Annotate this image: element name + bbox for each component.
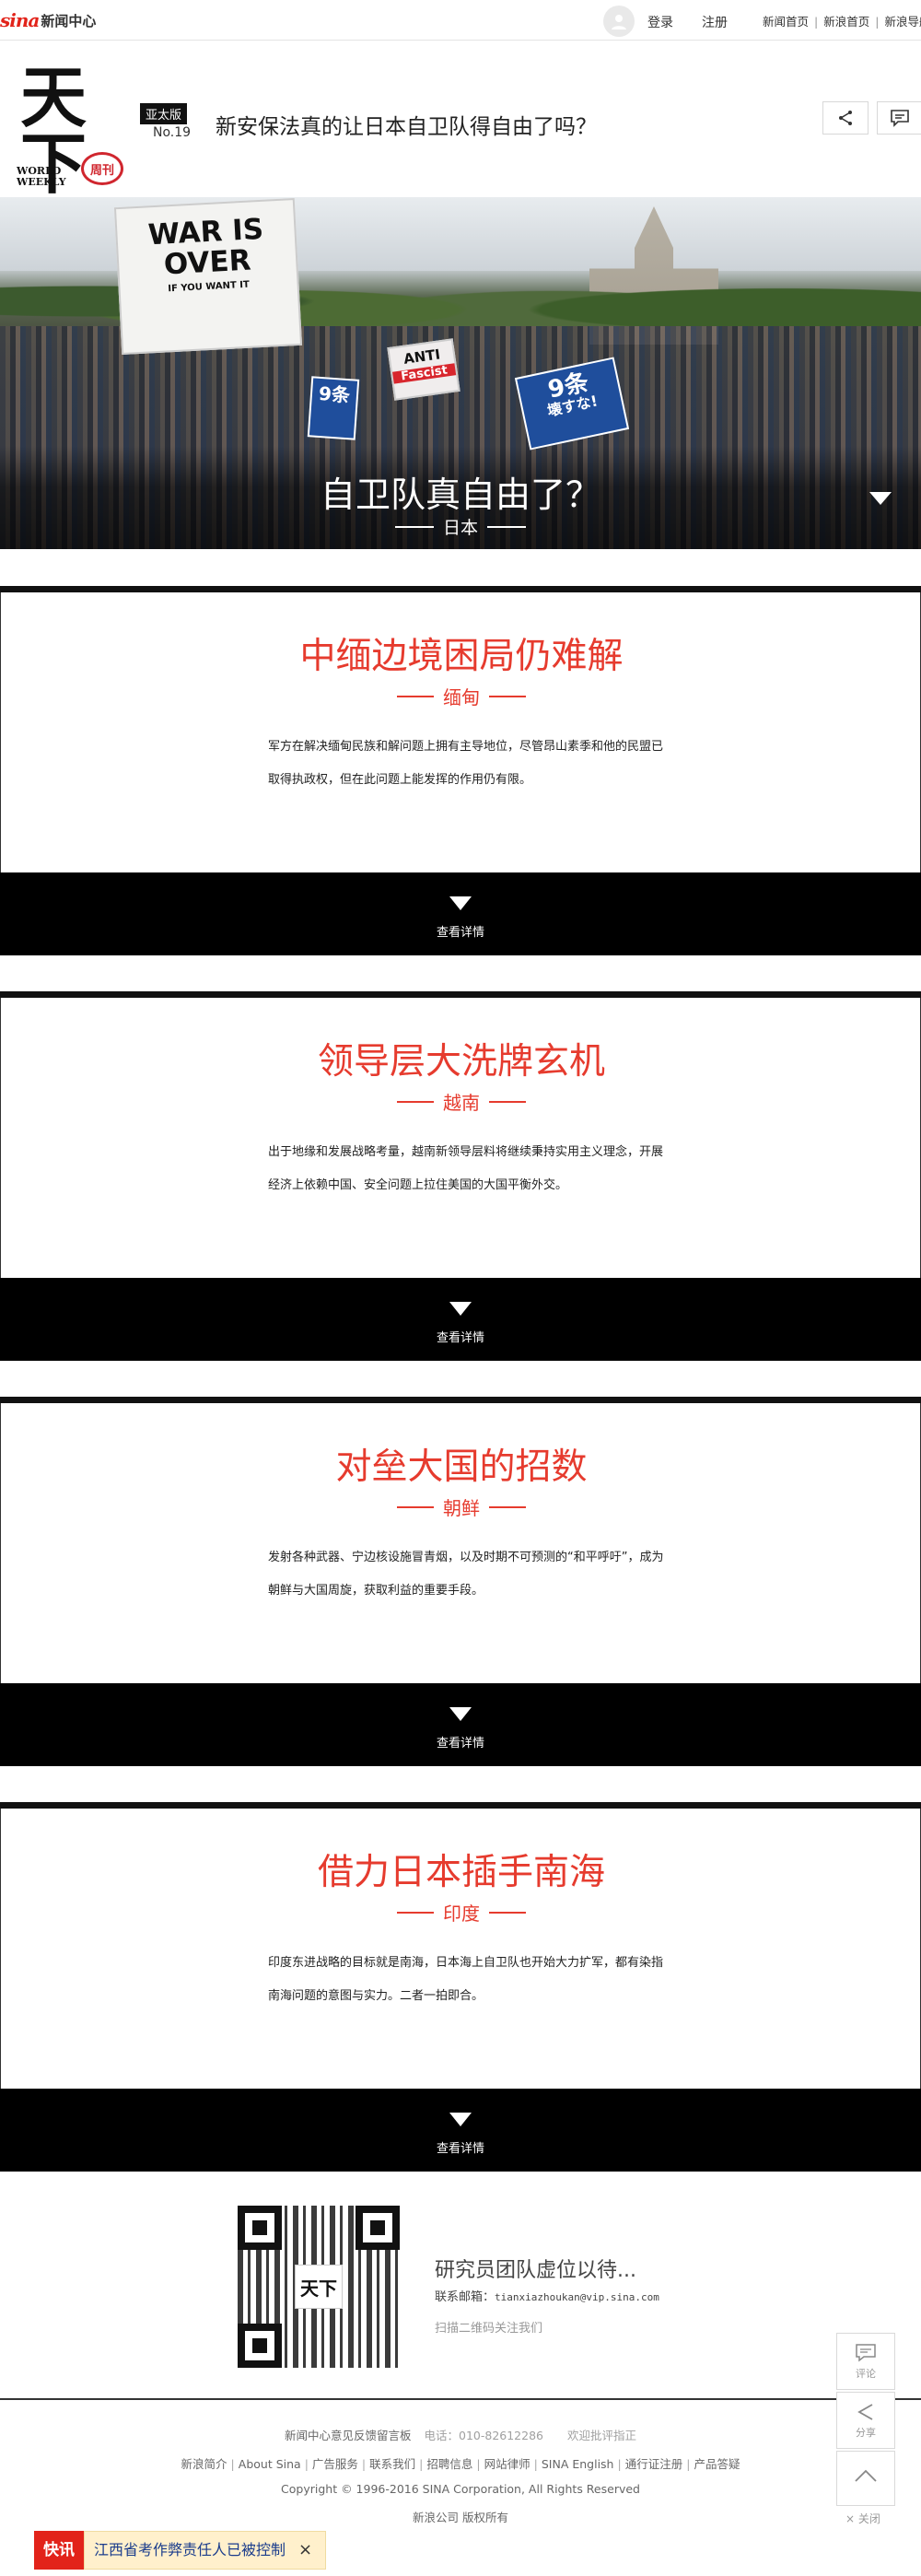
view-details-label: 查看详情 — [436, 1737, 484, 1751]
contact-email: 联系邮箱：tianxiazhoukan@vip.sina.com — [435, 2290, 659, 2304]
anti-fascist-sign: ANTI Fascist — [387, 338, 460, 401]
card-title[interactable]: 领导层大洗牌玄机 — [1, 1033, 921, 1084]
view-details-button[interactable]: 查看详情 — [0, 2089, 921, 2172]
login-link[interactable]: 登录 — [647, 13, 673, 31]
card-country: 印度 — [1, 1899, 921, 1926]
top-bar: sina 新闻中心 登录 注册 新闻首页|新浪首页|新浪导航 — [0, 0, 921, 41]
card-title[interactable]: 对垒大国的招数 — [1, 1438, 921, 1490]
side-share-label: 分享 — [856, 2427, 876, 2439]
world-weekly-logo[interactable]: 天下 WORLD WEEKLY 周刊 — [17, 64, 127, 197]
chevron-down-icon — [449, 1707, 472, 1721]
view-details-button[interactable]: 查看详情 — [0, 1683, 921, 1766]
view-details-label: 查看详情 — [436, 1331, 484, 1345]
side-close-button[interactable]: × 关闭 — [845, 2511, 880, 2526]
footer-link[interactable]: 网站律师 — [484, 2457, 530, 2471]
share-icon — [839, 111, 852, 125]
breaking-news-text[interactable]: 江西省考作弊责任人已被控制 × — [84, 2531, 327, 2570]
breaking-news-bar[interactable]: 快讯 江西省考作弊责任人已被控制 × — [34, 2531, 327, 2570]
hero-expand-arrow-icon[interactable] — [869, 492, 892, 505]
logo-world-text: WORLD WEEKLY — [17, 165, 66, 188]
card-country: 缅甸 — [1, 683, 921, 709]
comment-icon — [891, 110, 909, 127]
article-card-north-korea: 对垒大国的招数 朝鲜 发射各种武器、宁边核设施冒青烟，以及时期不可预测的“和平呼… — [0, 1397, 921, 1766]
footer-divider — [0, 2398, 921, 2400]
card-country: 朝鲜 — [1, 1493, 921, 1520]
view-details-label: 查看详情 — [436, 2142, 484, 2156]
card-title[interactable]: 借力日本插手南海 — [1, 1844, 921, 1895]
chevron-down-icon — [449, 896, 472, 910]
footer-copyright: Copyright © 1996-2016 SINA Corporation, … — [281, 2482, 640, 2496]
sina-logo-text: sina — [0, 9, 40, 31]
nav-sina-guide[interactable]: 新浪导航 — [884, 15, 921, 29]
page-title: 新安保法真的让日本自卫队得自由了吗？ — [216, 115, 597, 139]
article9-sign-small: 9条 — [307, 376, 360, 440]
view-details-label: 查看详情 — [436, 926, 484, 940]
issue-number: No.19 — [153, 125, 192, 140]
chevron-up-icon — [855, 2469, 877, 2482]
comment-button[interactable] — [877, 101, 921, 135]
view-details-button[interactable]: 查看详情 — [0, 872, 921, 955]
card-title[interactable]: 中缅边境困局仍难解 — [1, 627, 921, 679]
footer-link[interactable]: 联系我们 — [369, 2457, 415, 2471]
footer-link[interactable]: 产品答疑 — [694, 2457, 740, 2471]
sina-news-logo[interactable]: sina 新闻中心 — [0, 7, 96, 33]
article-card-india: 借力日本插手南海 印度 印度东进战略的目标就是南海，日本海上自卫队也开始大力扩军… — [0, 1802, 921, 2172]
chevron-down-icon — [449, 1302, 472, 1316]
comment-icon — [856, 2344, 876, 2362]
recruit-title: 研究员团队虚位以待... — [435, 2259, 636, 2282]
card-country: 越南 — [1, 1088, 921, 1115]
breaking-news-tag: 快讯 — [34, 2531, 84, 2570]
masthead: 天下 WORLD WEEKLY 周刊 亚太版 No.19 新安保法真的让日本自卫队… — [0, 41, 921, 197]
edition-badge: 亚太版 — [140, 103, 188, 124]
close-icon: × — [845, 2512, 858, 2525]
share-icon — [857, 2404, 873, 2420]
footer-phone: 电话：010-82612286 — [424, 2429, 544, 2442]
footer-links: 新浪简介 | About Sina | 广告服务 | 联系我们 | 招聘信息 | 网站律师 | SINA… — [181, 2457, 740, 2471]
chevron-down-icon — [449, 2113, 472, 2126]
register-link[interactable]: 注册 — [702, 13, 728, 31]
qr-code: 天下 — [238, 2206, 400, 2368]
nav-news-home[interactable]: 新闻首页 — [763, 15, 809, 29]
footer-link[interactable]: About Sina — [239, 2457, 301, 2471]
nav-sina-home[interactable]: 新浪首页 — [823, 15, 869, 29]
view-details-button[interactable]: 查看详情 — [0, 1278, 921, 1361]
logo-seal: 周刊 — [81, 152, 123, 185]
card-description: 出于地缘和发展战略考量，越南新领导层料将继续秉持实用主义理念，开展经济上依赖中国… — [268, 1145, 664, 1192]
qr-logo: 天下 — [295, 2265, 343, 2309]
feedback-link[interactable]: 新闻中心意见反馈留言板 — [285, 2429, 412, 2442]
card-description: 发射各种武器、宁边核设施冒青烟，以及时期不可预测的“和平呼吁”，成为朝鲜与大国周… — [268, 1551, 664, 1598]
footer-owner: 新浪公司 版权所有 — [413, 2511, 508, 2524]
footer-feedback: 新闻中心意见反馈留言板 电话：010-82612286 欢迎批评指正 — [0, 2426, 921, 2443]
war-is-over-sign: WAR IS OVER IF YOU WANT IT — [113, 197, 303, 356]
top-nav: 新闻首页|新浪首页|新浪导航 — [763, 12, 921, 29]
hero-subtitle: 日本 — [0, 514, 921, 539]
footer-link[interactable]: 广告服务 — [312, 2457, 358, 2471]
article-card-vietnam: 领导层大洗牌玄机 越南 出于地缘和发展战略考量，越南新领导层料将继续秉持实用主义… — [0, 991, 921, 1361]
footer-welcome: 欢迎批评指正 — [566, 2429, 636, 2442]
card-description: 军方在解决缅甸民族和解问题上拥有主导地位，尽管昂山素季和他的民盟已取得执政权，但… — [268, 740, 664, 787]
news-center-text: 新闻中心 — [41, 12, 97, 29]
back-to-top-button[interactable] — [836, 2451, 895, 2506]
share-button[interactable] — [822, 101, 869, 135]
hero-title: 自卫队真自由了？ — [320, 474, 600, 515]
hero-banner[interactable]: WAR IS OVER IF YOU WANT IT ANTI Fascist 9… — [0, 197, 921, 549]
article-card-myanmar: 中缅边境困局仍难解 缅甸 军方在解决缅甸民族和解问题上拥有主导地位，尽管昂山素季… — [0, 586, 921, 955]
footer-link[interactable]: 通行证注册 — [625, 2457, 683, 2471]
footer-link[interactable]: 招聘信息 — [426, 2457, 472, 2471]
side-share-button[interactable]: 分享 — [836, 2392, 895, 2449]
scan-hint: 扫描二维码关注我们 — [435, 2322, 543, 2336]
card-description: 印度东进战略的目标就是南海，日本海上自卫队也开始大力扩军，都有染指南海问题的意图… — [268, 1956, 664, 2003]
footer-link[interactable]: 新浪简介 — [181, 2457, 227, 2471]
side-comment-label: 评论 — [856, 2368, 876, 2380]
user-avatar-icon[interactable] — [603, 6, 635, 37]
side-comment-button[interactable]: 评论 — [836, 2333, 895, 2390]
close-icon[interactable]: × — [298, 2531, 312, 2570]
footer-link[interactable]: SINA English — [542, 2457, 614, 2471]
